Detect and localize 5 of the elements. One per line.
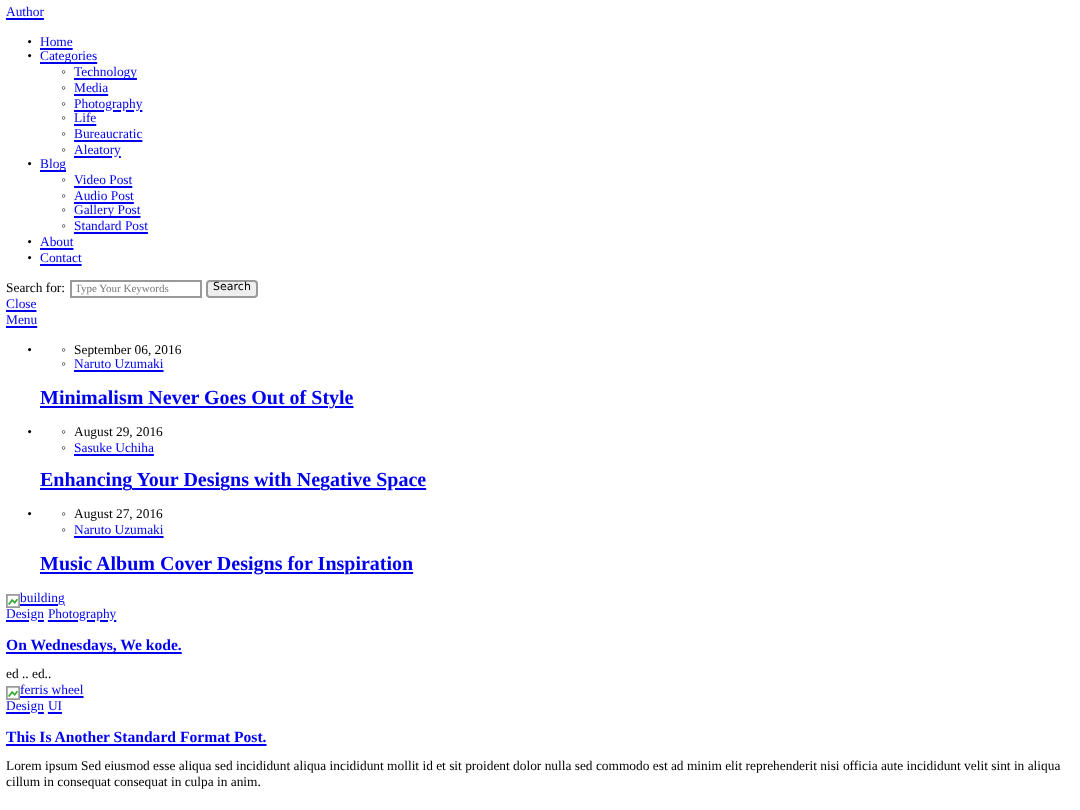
broken-image-icon: [6, 685, 20, 700]
post-title-link[interactable]: Minimalism Never Goes Out of Style: [40, 388, 354, 411]
post-title-link[interactable]: Music Album Cover Designs for Inspiration: [40, 553, 414, 576]
post-title-link[interactable]: Enhancing Your Designs with Negative Space: [40, 470, 427, 493]
broken-image-icon: [6, 593, 20, 608]
